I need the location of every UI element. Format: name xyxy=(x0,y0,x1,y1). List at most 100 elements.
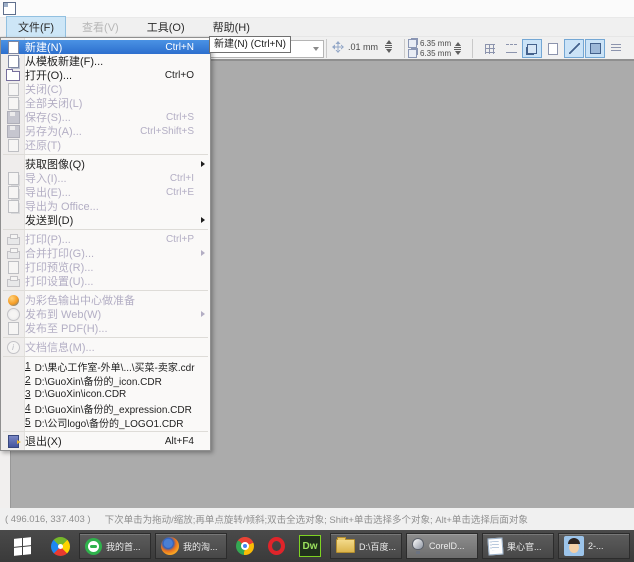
toolbar-separator xyxy=(472,39,473,58)
menu-separator xyxy=(3,154,208,155)
document-window-icon xyxy=(3,2,16,15)
treat-as-filled-button[interactable] xyxy=(585,39,605,58)
chevron-down-icon xyxy=(313,47,319,51)
menu-item-new[interactable]: 新建(N) Ctrl+N xyxy=(1,40,210,54)
snap-page-button[interactable] xyxy=(543,39,563,58)
grid-icon xyxy=(485,44,495,54)
menu-item-shortcut: Alt+F4 xyxy=(165,436,210,447)
menu-item-print: 打印(P)... Ctrl+P xyxy=(1,232,210,246)
info-icon xyxy=(1,341,25,354)
recent-file-2[interactable]: 2 D:\GuoXin\备份的_icon.CDR xyxy=(1,373,210,387)
menu-item-export-office: 导出为 Office... xyxy=(1,199,210,213)
recent-file-number: 1 xyxy=(25,361,31,372)
menu-item-exit[interactable]: 退出(X) Alt+F4 xyxy=(1,434,210,448)
taskbar-button-label: 果心官... xyxy=(507,540,542,553)
menu-item-revert: 还原(T) xyxy=(1,138,210,152)
menu-separator xyxy=(3,290,208,291)
revert-icon xyxy=(1,139,25,152)
recent-file-1[interactable]: 1 D:\果心工作室-外单\...\买菜-卖家.cdr xyxy=(1,359,210,373)
view-options-button[interactable] xyxy=(606,39,626,58)
coreldraw-window: 文件(F) 查看(V) 工具(O) 帮助(H) .01 mm 6.35 mm xyxy=(0,0,634,562)
nudge-offset-control[interactable]: .01 mm xyxy=(332,40,392,53)
menu-item-shortcut: Ctrl+I xyxy=(170,173,210,184)
snap-objects-button[interactable] xyxy=(522,39,542,58)
nudge-offset-value[interactable]: .01 mm xyxy=(348,42,378,52)
toolbar-separator xyxy=(404,39,405,58)
snap-guidelines-button[interactable] xyxy=(501,39,521,58)
360-browser-icon[interactable] xyxy=(51,537,70,556)
menu-item-acquire-image[interactable]: 获取图像(Q) xyxy=(1,157,210,171)
windows-logo-icon xyxy=(14,537,31,556)
taskbar-button-firefox[interactable]: 我的淘... xyxy=(155,533,227,559)
menu-help[interactable]: 帮助(H) xyxy=(201,16,262,38)
recent-file-number: 4 xyxy=(25,403,31,414)
taskbar-button-notepad[interactable]: 果心官... xyxy=(482,533,554,559)
taskbar-button-homepage[interactable]: 我的首... xyxy=(79,533,151,559)
menu-item-close: 关闭(C) xyxy=(1,82,210,96)
export-icon xyxy=(1,186,25,199)
menu-item-send-to[interactable]: 发送到(D) xyxy=(1,213,210,227)
chrome-icon[interactable] xyxy=(236,537,254,555)
menu-item-shortcut: Ctrl+N xyxy=(165,42,210,53)
green-nav-icon xyxy=(85,538,102,555)
taskbar-button-folder[interactable]: D:\百度... xyxy=(330,533,402,559)
dreamweaver-icon[interactable]: Dw xyxy=(299,535,321,557)
merge-print-icon xyxy=(1,247,25,259)
menu-item-label: 退出(X) xyxy=(25,433,62,449)
color-sphere-icon xyxy=(1,295,25,306)
taskbar-button-label: 我的淘... xyxy=(183,540,218,553)
menu-separator xyxy=(3,356,208,357)
menu-separator xyxy=(3,337,208,338)
print-preview-icon xyxy=(1,261,25,274)
taskbar-button-label: CorelD... xyxy=(429,541,465,551)
recent-file-number: 3 xyxy=(25,389,31,400)
options-list-icon xyxy=(611,44,621,53)
dynamic-guides-button[interactable] xyxy=(564,39,584,58)
menu-item-shortcut: Ctrl+S xyxy=(166,112,210,123)
menu-item-publish-pdf: 发布至 PDF(H)... xyxy=(1,321,210,335)
page-icon xyxy=(548,43,558,55)
snap-object-icon xyxy=(527,44,537,54)
status-bar: ( 496.016, 337.403 ) 下次单击为拖动/缩放;再单点旋转/倾斜… xyxy=(0,508,634,530)
save-icon xyxy=(1,111,25,124)
menu-separator xyxy=(3,229,208,230)
template-icon xyxy=(1,55,25,68)
menu-bar: 文件(F) 查看(V) 工具(O) 帮助(H) xyxy=(0,18,634,37)
menu-item-merge-print: 合并打印(G)... xyxy=(1,246,210,260)
menu-item-shortcut: Ctrl+O xyxy=(165,70,210,81)
duplicate-y-value[interactable]: 6.35 mm xyxy=(420,49,451,58)
duplicate-distance-control[interactable]: 6.35 mm 6.35 mm xyxy=(408,39,461,58)
taskbar-button-qq[interactable]: 2-... xyxy=(558,533,630,559)
opera-icon[interactable] xyxy=(268,537,285,555)
qq-avatar-icon xyxy=(564,536,584,556)
spinner-control[interactable] xyxy=(385,40,392,53)
menu-item-print-setup: 打印设置(U)... xyxy=(1,274,210,288)
menu-file[interactable]: 文件(F) xyxy=(6,16,66,38)
duplicate-x-value[interactable]: 6.35 mm xyxy=(420,39,451,48)
recent-file-number: 2 xyxy=(25,375,31,386)
close-all-icon xyxy=(1,97,25,110)
recent-file-path: D:\GuoXin\icon.CDR xyxy=(35,389,127,400)
snap-grid-button[interactable] xyxy=(480,39,500,58)
start-button[interactable] xyxy=(0,530,44,562)
status-hint-text: 下次单击为拖动/缩放;再单点旋转/倾斜;双击全选对象; Shift+单击选择多个… xyxy=(105,512,528,526)
filled-object-icon xyxy=(590,43,601,54)
menu-item-new-from-template[interactable]: 从模板新建(F)... xyxy=(1,54,210,68)
import-icon xyxy=(1,172,25,185)
pdf-icon xyxy=(1,322,25,335)
recent-file-path: D:\GuoXin\备份的_expression.CDR xyxy=(35,401,192,416)
close-document-icon xyxy=(1,83,25,96)
recent-file-path: D:\GuoXin\备份的_icon.CDR xyxy=(35,373,162,388)
firefox-icon xyxy=(161,537,179,555)
menu-item-open[interactable]: 打开(O)... Ctrl+O xyxy=(1,68,210,82)
recent-file-3[interactable]: 3 D:\GuoXin\icon.CDR xyxy=(1,387,210,401)
duplicate-y-icon xyxy=(408,49,417,58)
recent-file-path: D:\果心工作室-外单\...\买菜-卖家.cdr xyxy=(35,359,195,374)
export-office-icon xyxy=(1,200,25,213)
notepad-icon xyxy=(487,537,503,555)
recent-file-5[interactable]: 5 D:\公司logo\备份的_LOGO1.CDR xyxy=(1,415,210,429)
recent-file-4[interactable]: 4 D:\GuoXin\备份的_expression.CDR xyxy=(1,401,210,415)
spinner-control[interactable] xyxy=(454,42,461,55)
menu-tools[interactable]: 工具(O) xyxy=(135,16,197,38)
taskbar-button-coreldraw[interactable]: CorelD... xyxy=(406,533,478,559)
